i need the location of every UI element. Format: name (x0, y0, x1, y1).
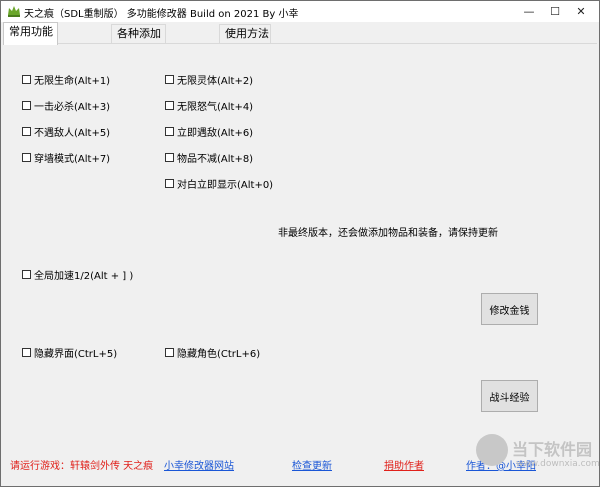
checkbox-items-no-decrease[interactable]: 物品不减(Alt+8) (165, 150, 253, 165)
app-icon (8, 6, 20, 17)
donate-link[interactable]: 捐助作者 (384, 457, 424, 472)
checkbox-label: 一击必杀(Alt+3) (34, 102, 111, 113)
checkbox-label: 立即遇敌(Alt+6) (177, 128, 254, 139)
checkbox-label: 无限生命(Alt+1) (34, 76, 111, 87)
checkbox-instant-dialog[interactable]: 对白立即显示(Alt+0) (165, 176, 273, 191)
checkbox-box[interactable] (165, 127, 174, 136)
title-bar: 天之痕（SDL重制版） 多功能修改器 Build on 2021 By 小幸 —… (1, 1, 599, 22)
modify-money-button[interactable]: 修改金钱 (481, 293, 538, 325)
minimize-icon: — (523, 5, 535, 18)
checkbox-label: 穿墙模式(Alt+7) (34, 154, 111, 165)
checkbox-label: 对白立即显示(Alt+0) (177, 180, 274, 191)
checkbox-box[interactable] (22, 75, 31, 84)
checkbox-label: 隐藏角色(CtrL+6) (177, 349, 261, 360)
checkbox-label: 无限灵体(Alt+2) (177, 76, 254, 87)
checkbox-box[interactable] (165, 153, 174, 162)
checkbox-noclip[interactable]: 穿墙模式(Alt+7) (22, 150, 110, 165)
checkbox-box[interactable] (165, 179, 174, 188)
tab-panel-common: 无限生命(Alt+1) 无限灵体(Alt+2) 一击必杀(Alt+3) 无限怒气… (3, 43, 597, 485)
checkbox-hide-character[interactable]: 隐藏角色(CtrL+6) (165, 345, 260, 360)
checkbox-box[interactable] (22, 270, 31, 279)
checkbox-box[interactable] (165, 75, 174, 84)
watermark-url: www.downxia.com (516, 459, 600, 469)
tab-usage[interactable]: 使用方法 (219, 24, 271, 44)
checkbox-label: 不遇敌人(Alt+5) (34, 128, 111, 139)
close-button[interactable]: ✕ (563, 1, 599, 22)
update-note: 非最终版本，还会做添加物品和装备，请保持更新 (278, 228, 498, 239)
watermark-logo-icon (476, 434, 508, 466)
checkbox-box[interactable] (22, 153, 31, 162)
checkbox-box[interactable] (22, 101, 31, 110)
checkbox-instant-encounter[interactable]: 立即遇敌(Alt+6) (165, 124, 253, 139)
checkbox-label: 隐藏界面(CtrL+5) (34, 349, 118, 360)
checkbox-label: 无限怒气(Alt+4) (177, 102, 254, 113)
tab-add[interactable]: 各种添加 (111, 24, 166, 44)
checkbox-hide-ui[interactable]: 隐藏界面(CtrL+5) (22, 345, 117, 360)
close-icon: ✕ (576, 5, 586, 18)
run-game-hint: 请运行游戏：轩辕剑外传 天之痕 (10, 461, 154, 472)
maximize-icon: ☐ (550, 5, 560, 18)
battle-exp-button[interactable]: 战斗经验 (481, 380, 538, 412)
site-link[interactable]: 小幸修改器网站 (164, 457, 234, 472)
checkbox-one-hit-kill[interactable]: 一击必杀(Alt+3) (22, 98, 110, 113)
checkbox-infinite-rage[interactable]: 无限怒气(Alt+4) (165, 98, 253, 113)
checkbox-box[interactable] (22, 127, 31, 136)
checkbox-global-speed[interactable]: 全局加速1/2(Alt + ] ) (22, 267, 133, 282)
tab-common[interactable]: 常用功能 (3, 22, 58, 45)
checkbox-box[interactable] (165, 101, 174, 110)
app-window: 天之痕（SDL重制版） 多功能修改器 Build on 2021 By 小幸 —… (0, 0, 600, 487)
checkbox-label: 全局加速1/2(Alt + ] ) (34, 271, 134, 282)
checkbox-infinite-spirit[interactable]: 无限灵体(Alt+2) (165, 72, 253, 87)
checkbox-box[interactable] (165, 348, 174, 357)
checkbox-no-encounters[interactable]: 不遇敌人(Alt+5) (22, 124, 110, 139)
checkbox-infinite-hp[interactable]: 无限生命(Alt+1) (22, 72, 110, 87)
tab-strip: 常用功能 各种添加 使用方法 (1, 22, 599, 45)
watermark: 当下软件园 www.downxia.com (476, 432, 600, 487)
check-update-link[interactable]: 检查更新 (292, 457, 332, 472)
window-title: 天之痕（SDL重制版） 多功能修改器 Build on 2021 By 小幸 (24, 9, 299, 20)
checkbox-box[interactable] (22, 348, 31, 357)
checkbox-label: 物品不减(Alt+8) (177, 154, 254, 165)
watermark-brand: 当下软件园 (512, 440, 593, 459)
